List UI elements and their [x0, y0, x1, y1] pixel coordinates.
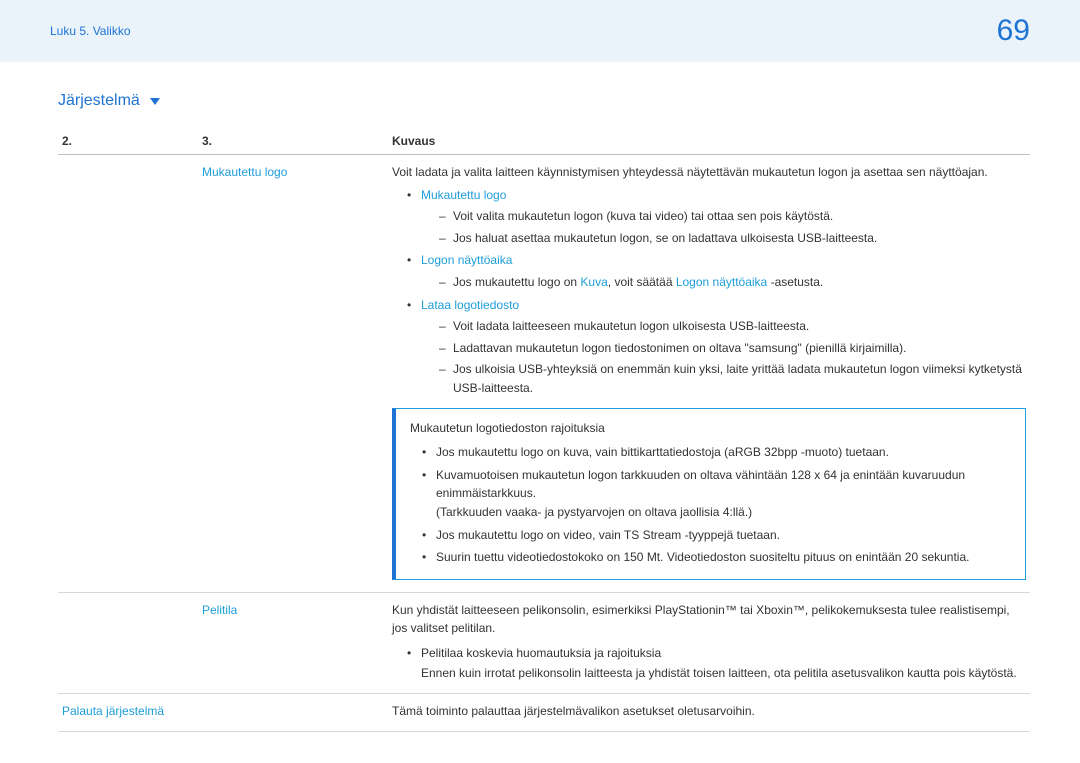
list-item: Jos mukautettu logo on kuva, vain bittik… [422, 443, 1011, 462]
list-item: Jos ulkoisia USB-yhteyksiä on enemmän ku… [439, 360, 1026, 397]
setting-label-palauta: Palauta järjestelmä [62, 704, 164, 718]
description-intro: Kun yhdistät laitteeseen pelikonsolin, e… [392, 601, 1026, 638]
page-header: Luku 5. Valikko 69 [0, 0, 1080, 62]
chevron-down-icon [150, 98, 160, 105]
settings-table: 2. 3. Kuvaus Mukautettu logo Voit ladata… [58, 128, 1030, 732]
info-box-title: Mukautetun logotiedoston rajoituksia [410, 419, 1011, 438]
list-item: Lataa logotiedosto Voit ladata laitteese… [407, 296, 1026, 398]
list-item: Voit ladata laitteeseen mukautetun logon… [439, 317, 1026, 336]
list-item: Jos mukautettu logo on video, vain TS St… [422, 526, 1011, 545]
list-item: Mukautettu logo Voit valita mukautetun l… [407, 186, 1026, 248]
column-header-3: 3. [198, 128, 388, 155]
breadcrumb: Luku 5. Valikko [50, 24, 131, 38]
table-row: Palauta järjestelmä Tämä toiminto palaut… [58, 694, 1030, 732]
list-item: Ladattavan mukautetun logon tiedostonime… [439, 339, 1026, 358]
group-title: Mukautettu logo [421, 188, 506, 202]
list-item: Logon näyttöaika Jos mukautettu logo on … [407, 251, 1026, 291]
list-item: Pelitilaa koskevia huomautuksia ja rajoi… [407, 644, 1026, 663]
list-item: Suurin tuettu videotiedostokoko on 150 M… [422, 548, 1011, 567]
list-item: Voit valita mukautetun logon (kuva tai v… [439, 207, 1026, 226]
group-title: Logon näyttöaika [421, 253, 512, 267]
list-item: Jos mukautettu logo on Kuva, voit säätää… [439, 273, 1026, 292]
setting-label-mukautettu-logo: Mukautettu logo [202, 165, 287, 179]
section-title-text: Järjestelmä [58, 92, 140, 110]
list-note: Ennen kuin irrotat pelikonsolin laittees… [392, 664, 1026, 683]
table-row: Mukautettu logo Voit ladata ja valita la… [58, 155, 1030, 593]
group-title: Lataa logotiedosto [421, 298, 519, 312]
list-item: Kuvamuotoisen mukautetun logon tarkkuude… [422, 466, 1011, 522]
description-intro: Tämä toiminto palauttaa järjestelmävalik… [392, 702, 1026, 721]
table-row: Pelitila Kun yhdistät laitteeseen peliko… [58, 592, 1030, 693]
info-box: Mukautetun logotiedoston rajoituksia Jos… [392, 408, 1026, 580]
page-content: Järjestelmä 2. 3. Kuvaus Mukautettu logo… [0, 62, 1080, 732]
column-header-2: 2. [58, 128, 198, 155]
column-header-kuvaus: Kuvaus [388, 128, 1030, 155]
list-item: Jos haluat asettaa mukautetun logon, se … [439, 229, 1026, 248]
setting-label-pelitila: Pelitila [202, 603, 237, 617]
section-title: Järjestelmä [58, 92, 1030, 110]
description-intro: Voit ladata ja valita laitteen käynnisty… [392, 163, 1026, 182]
page-number: 69 [997, 14, 1030, 48]
